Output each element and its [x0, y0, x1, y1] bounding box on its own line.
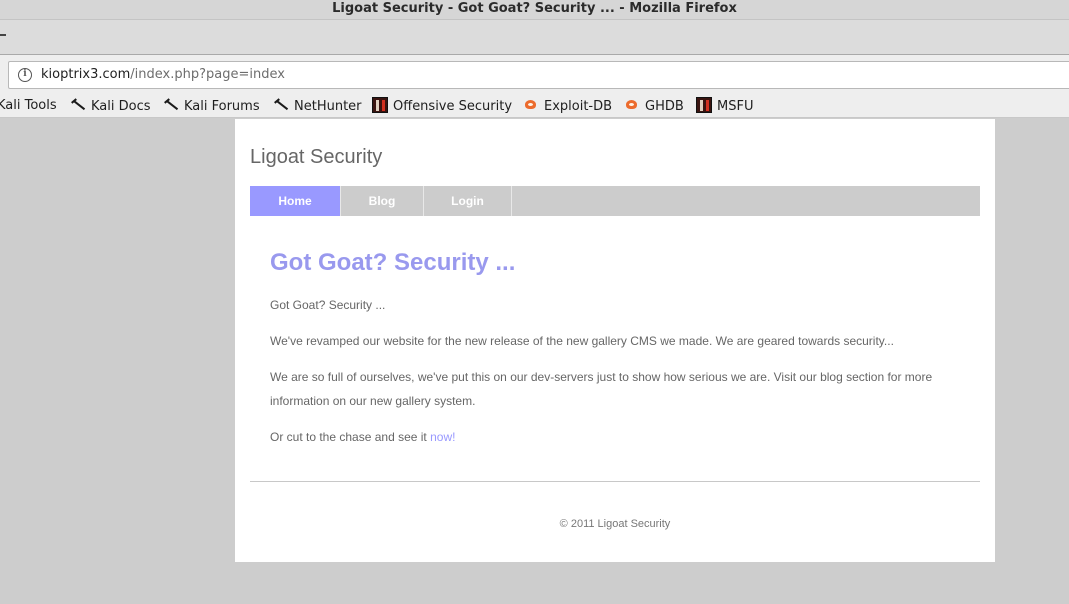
revamp-paragraph: We've revamped our website for the new r…	[270, 334, 894, 348]
web-page: Ligoat Security Home Blog Login Got Goat…	[235, 119, 995, 562]
exploit-db-icon	[624, 97, 640, 113]
bookmark-exploit-db[interactable]: Exploit-DB	[523, 97, 612, 115]
bookmark-nethunter[interactable]: NetHunter	[273, 97, 362, 115]
page-headline: Got Goat? Security ...	[270, 249, 516, 276]
nav-home[interactable]: Home	[250, 186, 341, 216]
bookmark-label: Kali Tools	[0, 98, 57, 113]
bookmarks-toolbar: Kali Tools Kali Docs Kali Forums NetHunt…	[0, 94, 1069, 118]
bookmark-kali-docs[interactable]: Kali Docs	[70, 97, 151, 115]
dev-server-paragraph: We are so full of ourselves, we've put t…	[270, 370, 933, 408]
site-info-icon[interactable]: i	[18, 68, 32, 82]
bookmark-label: NetHunter	[294, 99, 362, 114]
bookmark-msfu[interactable]: MSFU	[696, 97, 753, 115]
nav-blog[interactable]: Blog	[341, 186, 424, 216]
kali-icon	[163, 97, 179, 113]
bookmark-label: Offensive Security	[393, 99, 513, 114]
bookmark-label: Kali Docs	[91, 99, 151, 114]
bookmark-label: Kali Forums	[184, 99, 260, 114]
nav-login[interactable]: Login	[424, 186, 512, 216]
exploit-db-icon	[523, 97, 539, 113]
navigation-toolbar: i kioptrix3.com/index.php?page=index	[0, 55, 1069, 94]
bookmark-kali-forums[interactable]: Kali Forums	[163, 97, 260, 115]
address-bar[interactable]: i kioptrix3.com/index.php?page=index	[8, 61, 1069, 89]
window-titlebar: Ligoat Security - Got Goat? Security ...…	[0, 0, 1069, 20]
url-host: kioptrix3.com	[41, 67, 131, 82]
chase-paragraph: Or cut to the chase and see it now!	[270, 425, 960, 449]
offsec-icon	[696, 97, 712, 113]
tab-overflow-indicator[interactable]	[0, 34, 6, 36]
kali-icon	[273, 97, 289, 113]
bookmark-label: GHDB	[645, 99, 684, 114]
url-text[interactable]: kioptrix3.com/index.php?page=index	[41, 67, 285, 82]
intro-paragraph: Got Goat? Security ...	[270, 298, 386, 312]
site-title: Ligoat Security	[250, 146, 383, 168]
bookmark-label: MSFU	[717, 99, 754, 114]
chase-text: Or cut to the chase and see it	[270, 430, 431, 444]
window-title: Ligoat Security - Got Goat? Security ...…	[332, 1, 737, 16]
url-path: /index.php?page=index	[130, 67, 285, 82]
site-nav: Home Blog Login	[250, 186, 980, 216]
offsec-icon	[372, 97, 388, 113]
bookmark-ghdb[interactable]: GHDB	[624, 97, 684, 115]
tab-strip	[0, 20, 1069, 55]
footer-divider	[250, 481, 980, 482]
bookmark-label: Exploit-DB	[544, 99, 613, 114]
site-footer: © 2011 Ligoat Security	[559, 518, 671, 530]
kali-icon	[70, 97, 86, 113]
bookmark-offensive-security[interactable]: Offensive Security	[372, 97, 512, 115]
now-link[interactable]: now!	[430, 430, 455, 444]
bookmark-kali-tools[interactable]: Kali Tools	[0, 97, 57, 115]
